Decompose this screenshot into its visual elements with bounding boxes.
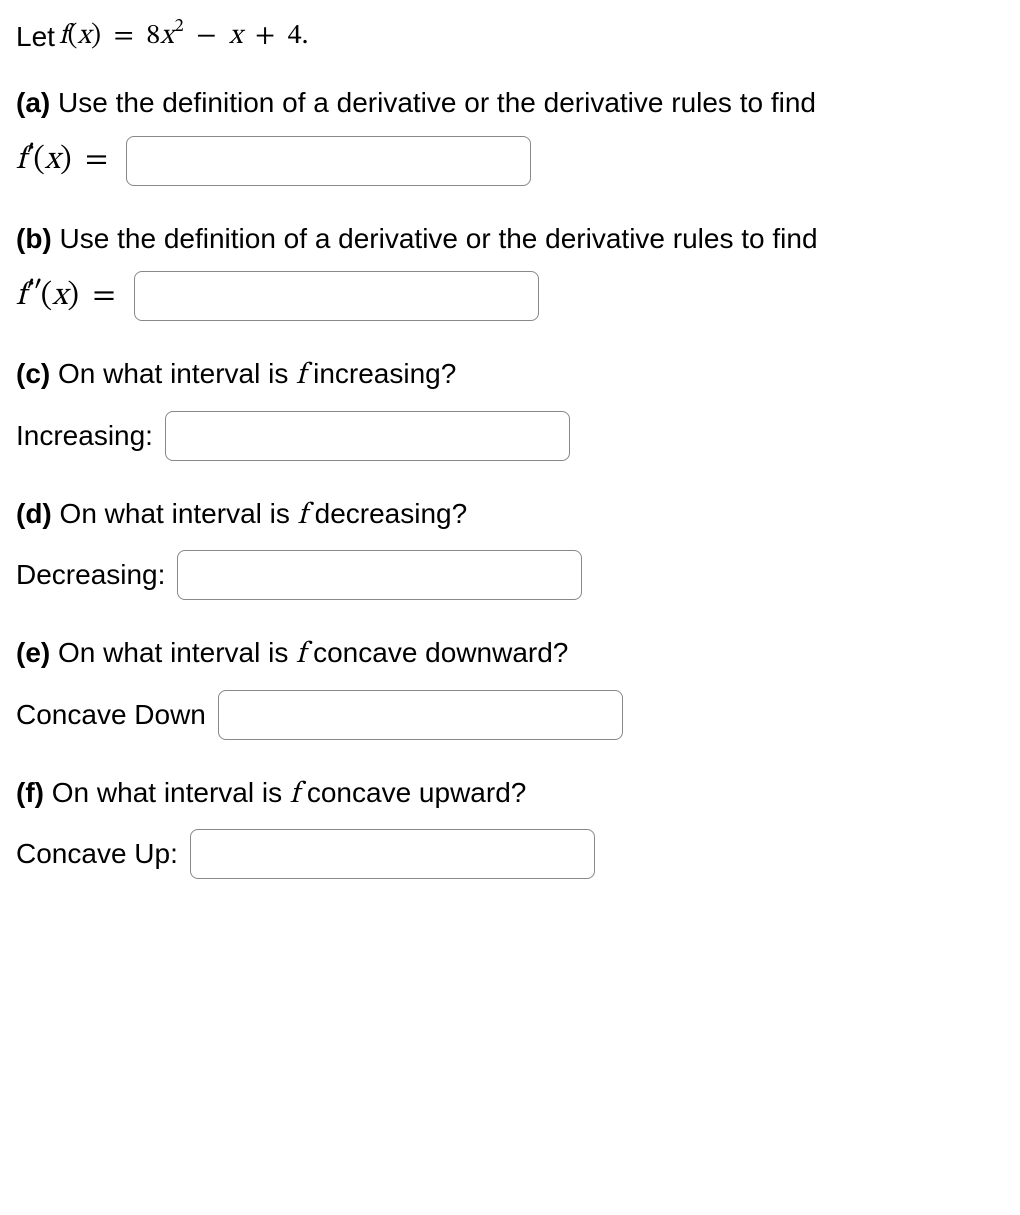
part-b-x: x: [52, 280, 67, 312]
intro-eq: =: [108, 22, 140, 50]
part-a-x: x: [45, 144, 60, 176]
part-e-f: f: [296, 640, 305, 670]
part-a-text: Use the definition of a derivative or th…: [50, 87, 816, 118]
part-a-prime: ′: [26, 141, 33, 173]
part-f-question: (f) On what interval is f concave upward…: [16, 774, 1004, 816]
part-f-text1: On what interval is: [44, 777, 290, 808]
part-c-input[interactable]: [165, 411, 570, 461]
part-c: (c) On what interval is f increasing? In…: [16, 355, 1004, 461]
part-a-open: (: [33, 144, 44, 176]
intro-x: x: [78, 22, 91, 50]
part-b-text: Use the definition of a derivative or th…: [52, 223, 818, 254]
part-d: (d) On what interval is f decreasing? De…: [16, 495, 1004, 601]
part-d-f: f: [298, 501, 307, 531]
part-a-close: ): [60, 144, 71, 176]
part-f-answer-label: Concave Up:: [16, 835, 178, 873]
part-c-f: f: [296, 361, 305, 391]
part-d-label: (d): [16, 498, 52, 529]
part-a-eq: =: [79, 144, 114, 176]
part-a-answer-row: f′(x) =: [16, 136, 1004, 186]
part-f-answer-row: Concave Up:: [16, 829, 1004, 879]
part-d-question: (d) On what interval is f decreasing?: [16, 495, 1004, 537]
part-b-question: (b) Use the definition of a derivative o…: [16, 220, 1004, 258]
part-c-question: (c) On what interval is f increasing?: [16, 355, 1004, 397]
part-c-answer-row: Increasing:: [16, 411, 1004, 461]
part-f-f: f: [290, 780, 299, 810]
part-d-text1: On what interval is: [52, 498, 298, 529]
intro-plus: +: [249, 22, 281, 50]
intro-pow: 2: [175, 18, 184, 36]
part-f: (f) On what interval is f concave upward…: [16, 774, 1004, 880]
part-a-label: (a): [16, 87, 50, 118]
part-b-answer-row: f′′(x) =: [16, 271, 1004, 321]
part-b-close: ): [68, 280, 79, 312]
intro-minus: −: [190, 22, 222, 50]
part-a-lhs: f′(x) =: [16, 139, 114, 182]
part-d-text2: decreasing?: [307, 498, 467, 529]
part-b: (b) Use the definition of a derivative o…: [16, 220, 1004, 322]
intro-xsq: x: [160, 22, 173, 50]
part-b-input[interactable]: [134, 271, 539, 321]
part-d-answer-row: Decreasing:: [16, 550, 1004, 600]
part-b-label: (b): [16, 223, 52, 254]
part-a-question: (a) Use the definition of a derivative o…: [16, 84, 1004, 122]
part-f-label: (f): [16, 777, 44, 808]
part-e-text1: On what interval is: [50, 637, 296, 668]
part-e-answer-label: Concave Down: [16, 696, 206, 734]
part-e-label: (e): [16, 637, 50, 668]
part-f-input[interactable]: [190, 829, 595, 879]
part-f-text2: concave upward?: [299, 777, 526, 808]
part-e-answer-row: Concave Down: [16, 690, 1004, 740]
intro-expression: f(x) = 8x2 − x + 4.: [59, 18, 309, 56]
part-c-answer-label: Increasing:: [16, 417, 153, 455]
part-d-input[interactable]: [177, 550, 582, 600]
intro-period: .: [302, 22, 309, 50]
part-e-question: (e) On what interval is f concave downwa…: [16, 634, 1004, 676]
intro-close: ): [91, 22, 101, 50]
intro-const: 4: [288, 22, 302, 50]
intro-x2: x: [229, 22, 242, 50]
part-a-f: f: [16, 144, 26, 176]
intro-line: Let f(x) = 8x2 − x + 4.: [16, 18, 1004, 56]
part-b-open: (: [41, 280, 52, 312]
part-e: (e) On what interval is f concave downwa…: [16, 634, 1004, 740]
part-d-answer-label: Decreasing:: [16, 556, 165, 594]
part-c-text2: increasing?: [305, 358, 456, 389]
part-a: (a) Use the definition of a derivative o…: [16, 84, 1004, 186]
part-a-input[interactable]: [126, 136, 531, 186]
intro-let: Let: [16, 18, 55, 56]
part-b-lhs: f′′(x) =: [16, 275, 122, 318]
part-e-text2: concave downward?: [305, 637, 568, 668]
part-c-text1: On what interval is: [50, 358, 296, 389]
problem-page: Let f(x) = 8x2 − x + 4. (a) Use the defi…: [0, 0, 1020, 953]
part-b-eq: =: [87, 280, 122, 312]
part-c-label: (c): [16, 358, 50, 389]
intro-open: (: [68, 22, 78, 50]
part-b-f: f: [16, 280, 26, 312]
intro-coef1: 8: [146, 22, 160, 50]
part-b-prime: ′′: [26, 277, 41, 309]
part-e-input[interactable]: [218, 690, 623, 740]
intro-f: f: [59, 22, 68, 50]
